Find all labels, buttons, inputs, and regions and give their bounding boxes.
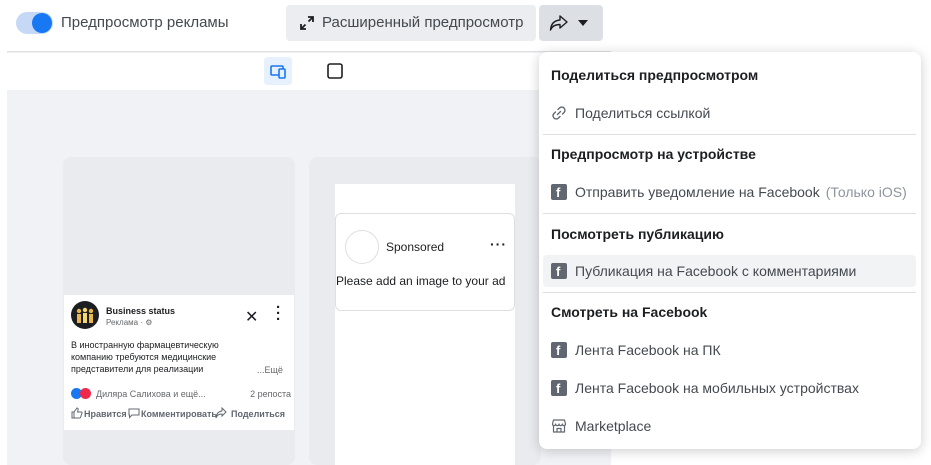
menu-section-view-post: Посмотреть публикацию (551, 226, 724, 242)
toolbar: Предпросмотр рекламы Расширенный предпро… (7, 0, 611, 52)
see-more-link[interactable]: ...Ещё (257, 365, 283, 375)
expanded-preview-label: Расширенный предпросмотр (322, 14, 524, 31)
menu-item-send-notification[interactable]: Отправить уведомление на Facebook(Только… (543, 176, 916, 208)
mobile-ad-preview: Business status Реклама · ⚙ ✕ · · · В инос… (64, 295, 294, 430)
close-icon[interactable]: ✕ (245, 307, 258, 327)
menu-item-label: Лента Facebook на ПК (575, 342, 721, 358)
comment-icon (128, 408, 140, 419)
menu-section-view-on-facebook: Смотреть на Facebook (551, 304, 708, 320)
comment-action[interactable]: Комментировать (141, 409, 217, 419)
love-reaction-icon (80, 388, 91, 399)
link-icon (552, 106, 566, 120)
more-horizontal-icon[interactable]: ··· (490, 236, 507, 252)
business-avatar (71, 301, 99, 329)
expanded-preview-button[interactable]: Расширенный предпросмотр (286, 5, 536, 41)
ad-preview-toggle[interactable] (16, 12, 53, 34)
desktop-ad-preview: Sponsored ··· Please add an image to you… (335, 213, 515, 311)
menu-item-label: Поделиться ссылкой (575, 105, 711, 121)
ad-preview-toggle-label: Предпросмотр рекламы (61, 14, 229, 31)
reaction-names: Диляра Салихова и ещё... (96, 389, 206, 399)
share-icon (215, 407, 227, 419)
facebook-icon (551, 380, 567, 396)
menu-item-label: Лента Facebook на мобильных устройствах (575, 380, 859, 396)
ios-only-note: (Только iOS) (825, 184, 907, 200)
toggle-knob (32, 13, 52, 33)
shares-count: 2 репоста (250, 389, 291, 399)
share-action[interactable]: Поделиться (231, 409, 285, 419)
mobile-desktop-view-button[interactable] (264, 57, 292, 85)
more-vertical-icon[interactable]: · · · (276, 300, 281, 327)
menu-item-marketplace[interactable]: Marketplace (543, 410, 916, 442)
menu-item-label: Публикация на Facebook с комментариями (575, 263, 857, 279)
device-switcher (7, 53, 611, 90)
ad-subtitle: Реклама · ⚙ (106, 318, 153, 327)
menu-section-share: Поделиться предпросмотром (551, 67, 759, 83)
menu-item-label: Отправить уведомление на Facebook (Только… (575, 184, 907, 200)
devices-icon (270, 65, 286, 79)
square-icon (327, 63, 343, 79)
image-placeholder-text: Please add an image to your ad (336, 274, 506, 288)
business-name: Business status (106, 306, 176, 316)
facebook-icon (551, 263, 567, 279)
menu-item-feed-desktop[interactable]: Лента Facebook на ПК (543, 334, 916, 366)
chevron-down-icon (578, 20, 588, 26)
divider (543, 213, 916, 214)
like-action[interactable]: Нравится (84, 409, 127, 419)
ad-body-text: В иностранную фармацевтическую компанию … (71, 340, 219, 374)
menu-item-share-link[interactable]: Поделиться ссылкой (543, 97, 916, 129)
single-view-button[interactable] (321, 57, 349, 85)
share-icon (549, 15, 568, 31)
people-icon (76, 307, 94, 323)
expand-icon (300, 16, 314, 30)
share-dropdown-button[interactable] (539, 5, 603, 41)
thumbs-up-icon (71, 407, 83, 419)
share-preview-menu: Поделиться предпросмотром Поделиться ссы… (539, 52, 921, 449)
facebook-icon (551, 342, 567, 358)
divider (543, 134, 916, 135)
menu-item-feed-mobile[interactable]: Лента Facebook на мобильных устройствах (543, 372, 916, 404)
divider (543, 292, 916, 293)
reactions-row: Диляра Салихова и ещё... 2 репоста (71, 388, 291, 400)
sponsored-label: Sponsored (386, 240, 445, 254)
menu-item-post-with-comments[interactable]: Публикация на Facebook с комментариями (543, 255, 916, 287)
storefront-icon (551, 419, 567, 433)
menu-section-device: Предпросмотр на устройстве (551, 146, 756, 162)
facebook-icon (551, 184, 567, 200)
page-avatar (345, 230, 379, 264)
menu-item-label: Marketplace (575, 418, 652, 434)
